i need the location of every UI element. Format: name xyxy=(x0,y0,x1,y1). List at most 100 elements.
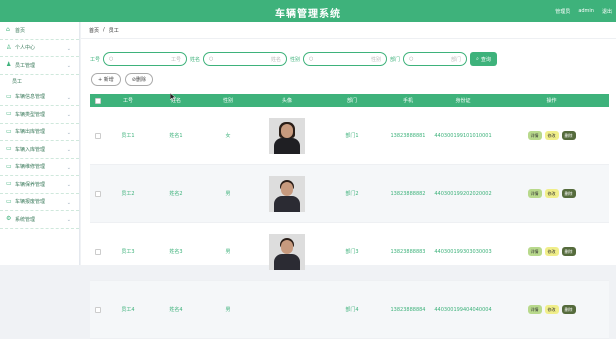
sidebar-item-label: 车辆维修管理 xyxy=(15,164,46,171)
chevron-down-icon: ⌄ xyxy=(66,164,71,171)
edit-button[interactable]: 修改 xyxy=(544,247,559,256)
action-bar: + 新增 ⊘ 删除 xyxy=(91,73,153,86)
detail-button[interactable]: 详情 xyxy=(527,131,542,140)
edit-button[interactable]: 修改 xyxy=(544,305,559,314)
cell-phone: 13823888882 xyxy=(390,190,426,197)
search-input-id[interactable]: ○ 工号 xyxy=(103,52,188,66)
edit-button[interactable]: 修改 xyxy=(544,189,559,198)
sidebar-item[interactable]: ▭ 车辆保养管理 ⌄ xyxy=(0,176,79,194)
sidebar-item[interactable]: ▭ 车辆信息管理 ⌄ xyxy=(0,89,79,106)
cell-phone: 13823888883 xyxy=(390,248,426,255)
car-icon: ▭ xyxy=(6,197,12,205)
cell-name: 姓名4 xyxy=(169,307,183,313)
sidebar-item[interactable]: ▭ 车辆报废管理 ⌄ xyxy=(0,194,79,211)
gear-icon: ⚙ xyxy=(6,215,12,223)
cell-idcard: 440300199303030003 xyxy=(434,248,492,255)
row-actions: 详情 修改 删除 xyxy=(494,131,609,140)
row-checkbox[interactable] xyxy=(95,132,101,139)
cell-name: 姓名2 xyxy=(169,191,183,197)
cell-phone: 13823888884 xyxy=(390,306,426,313)
sidebar-item[interactable]: ⌂ 首页 xyxy=(0,22,79,40)
cell-photo xyxy=(254,117,320,154)
batch-delete-button[interactable]: ⊘ 删除 xyxy=(124,73,153,86)
sidebar-item[interactable]: ▭ 车辆类型管理 ⌄ xyxy=(0,106,79,124)
chevron-down-icon: ⌄ xyxy=(66,63,71,69)
cell-idcard: 440300199202020002 xyxy=(434,190,492,197)
home-icon: ⌂ xyxy=(6,26,10,34)
user-icon: ♙ xyxy=(6,43,12,51)
sidebar-item[interactable]: ▭ 车辆入库管理 ⌄ xyxy=(0,141,79,159)
avatar-body xyxy=(274,137,300,154)
search-label-id: 工号 xyxy=(90,56,101,63)
cell-idcard: 440300199101010001 xyxy=(434,132,492,139)
people-icon: ♟ xyxy=(6,61,12,69)
cell-phone: 13823888881 xyxy=(390,132,426,139)
delete-button[interactable]: 删除 xyxy=(561,305,576,314)
column-header: 部门 xyxy=(346,98,357,104)
cell-dept: 部门1 xyxy=(345,133,359,139)
mouse-cursor-icon xyxy=(170,93,176,101)
cell-gender: 男 xyxy=(225,249,231,255)
search-label-dept: 部门 xyxy=(390,56,401,63)
app-title: 车辆管理系统 xyxy=(275,9,341,20)
detail-button[interactable]: 详情 xyxy=(527,189,542,198)
sidebar-item-label: 个人中心 xyxy=(15,45,36,52)
add-button[interactable]: + 新增 xyxy=(91,73,121,86)
search-icon: ○ xyxy=(209,56,214,62)
car-icon: ▭ xyxy=(6,180,12,188)
row-checkbox[interactable] xyxy=(95,190,101,197)
sidebar-item[interactable]: ♙ 个人中心 ⌄ xyxy=(0,40,79,57)
avatar-face xyxy=(281,181,293,196)
column-header: 头像 xyxy=(281,98,292,104)
breadcrumb-root[interactable]: 首页 xyxy=(89,27,99,34)
sidebar-item[interactable]: ⚙ 系统管理 ⌄ xyxy=(0,211,79,229)
row-checkbox[interactable] xyxy=(95,306,101,313)
row-actions: 详情 修改 删除 xyxy=(494,247,609,256)
cell-id: 员工1 xyxy=(121,133,135,139)
car-icon: ▭ xyxy=(6,127,12,135)
avatar-face xyxy=(281,239,293,254)
cell-id: 员工2 xyxy=(121,191,135,197)
car-icon: ▭ xyxy=(6,92,12,100)
sidebar-item-label: 车辆出库管理 xyxy=(15,129,46,136)
cell-gender: 女 xyxy=(225,133,231,139)
sidebar-subitem[interactable]: 员工 xyxy=(0,75,79,89)
car-icon: ▭ xyxy=(6,110,12,118)
delete-button[interactable]: 删除 xyxy=(561,247,576,256)
avatar xyxy=(269,175,305,212)
row-cell xyxy=(90,132,106,139)
table-row: 员工3 姓名3 男部门3 13823888883 440300199303030003 详… xyxy=(90,223,609,281)
sidebar-item[interactable]: ♟ 员工管理 ⌄ xyxy=(0,57,79,75)
column-header: 姓名 xyxy=(170,98,181,104)
cell-dept: 部门3 xyxy=(345,249,359,255)
sidebar-item-label: 系统管理 xyxy=(15,216,36,223)
chevron-down-icon: ⌄ xyxy=(66,94,71,101)
cell-id: 员工4 xyxy=(121,307,135,313)
search-input-gender[interactable]: ○ 性别 xyxy=(303,52,388,66)
avatar-body xyxy=(274,253,300,270)
row-actions: 详情 修改 删除 xyxy=(494,305,609,314)
breadcrumb-separator: / xyxy=(103,27,105,33)
sidebar-item[interactable]: ▭ 车辆维修管理 ⌄ xyxy=(0,159,79,176)
delete-button[interactable]: 删除 xyxy=(561,189,576,198)
search-input-name[interactable]: ○ 姓名 xyxy=(203,52,288,66)
sidebar-item-label: 车辆入库管理 xyxy=(15,146,46,153)
search-input-dept[interactable]: ○ 部门 xyxy=(403,52,468,66)
delete-button[interactable]: 删除 xyxy=(561,131,576,140)
query-button[interactable]: ⌕ 查询 xyxy=(470,52,497,66)
sidebar-item-label: 车辆信息管理 xyxy=(15,94,46,101)
detail-button[interactable]: 详情 xyxy=(527,247,542,256)
search-icon: ○ xyxy=(409,56,414,62)
cell-photo xyxy=(254,175,320,212)
table-row: 员工1 姓名1 女部门1 13823888881 440300199101010001 详… xyxy=(90,107,609,165)
edit-button[interactable]: 修改 xyxy=(544,131,559,140)
detail-button[interactable]: 详情 xyxy=(527,305,542,314)
logout-link[interactable]: 退出 xyxy=(602,8,612,15)
cell-idcard: 440300199404040004 xyxy=(434,306,492,313)
row-checkbox[interactable] xyxy=(95,248,101,255)
column-header: 手机 xyxy=(402,98,413,104)
sidebar-item[interactable]: ▭ 车辆出库管理 ⌄ xyxy=(0,124,79,141)
select-all-checkbox[interactable] xyxy=(95,97,101,104)
username-link[interactable]: admin xyxy=(578,8,594,15)
role-link[interactable]: 管理员 xyxy=(555,8,570,15)
